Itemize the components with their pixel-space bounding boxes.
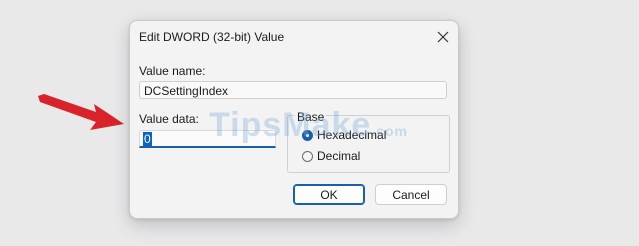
value-data-label: Value data: xyxy=(139,112,199,126)
radio-hexadecimal-label: Hexadecimal xyxy=(317,128,387,142)
value-name-label: Value name: xyxy=(139,64,206,78)
close-icon xyxy=(437,31,449,43)
edit-dword-dialog: Edit DWORD (32-bit) Value Value name: DC… xyxy=(129,20,459,219)
value-data-text: 0 xyxy=(143,132,152,146)
ok-button[interactable]: OK xyxy=(293,184,365,205)
radio-hexadecimal[interactable]: Hexadecimal xyxy=(302,128,386,142)
dialog-title: Edit DWORD (32-bit) Value xyxy=(139,30,285,44)
red-arrow-icon xyxy=(38,92,124,135)
radio-decimal-label: Decimal xyxy=(317,149,361,163)
value-name-field[interactable]: DCSettingIndex xyxy=(139,81,447,99)
value-data-input[interactable]: 0 xyxy=(139,130,276,148)
close-button[interactable] xyxy=(430,24,456,50)
radio-selected-icon xyxy=(302,129,313,141)
base-label: Base xyxy=(295,110,327,124)
radio-unselected-icon xyxy=(302,150,313,162)
radio-decimal[interactable]: Decimal xyxy=(302,149,360,163)
cancel-button[interactable]: Cancel xyxy=(375,184,447,205)
